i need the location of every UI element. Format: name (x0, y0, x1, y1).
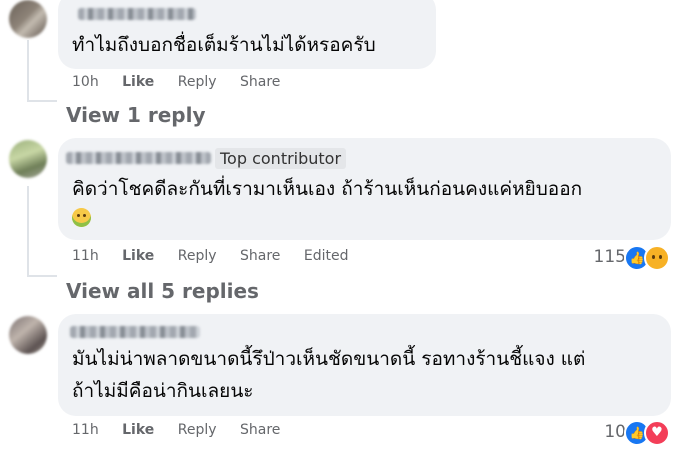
comment-text: ทำไมถึงบอกชื่อเต็มร้านไม่ได้หรอครับ (72, 34, 376, 56)
thread-line (27, 100, 57, 102)
share-button[interactable]: Share (240, 422, 280, 438)
comment-time[interactable]: 11h (72, 248, 99, 264)
share-button[interactable]: Share (240, 74, 280, 90)
comment-bubble: มันไม่น่าพลาดขนาดนี้รึป่าวเห็นชัดขนาดนี้… (58, 314, 671, 416)
commenter-name-blurred[interactable] (66, 152, 211, 164)
comment-text: ถ้าไม่มีคือน่ากินเลยนะ (72, 380, 254, 402)
comment-text: มันไม่น่าพลาดขนาดนี้รึป่าวเห็นชัดขนาดนี้… (72, 348, 586, 370)
nauseated-face-icon (72, 208, 91, 227)
reply-button[interactable]: Reply (178, 248, 217, 264)
sad-icon (644, 245, 670, 271)
commenter-name-blurred[interactable] (70, 326, 200, 338)
thread-line (27, 275, 57, 277)
reaction-summary[interactable]: 10 👍 ♥ (580, 420, 670, 446)
avatar[interactable] (9, 0, 47, 38)
comment-actions: 10h Like Reply Share (72, 74, 299, 90)
like-button[interactable]: Like (122, 248, 154, 264)
comment-bubble: Top contributor คิดว่าโชคดีละกันที่เรามา… (58, 138, 671, 240)
reply-button[interactable]: Reply (178, 422, 217, 438)
reaction-count: 115 (593, 247, 626, 267)
reaction-summary[interactable]: 115 👍 (580, 245, 670, 271)
comment-bubble: ทำไมถึงบอกชื่อเต็มร้านไม่ได้หรอครับ (58, 0, 436, 69)
comment-text: คิดว่าโชคดีละกันที่เรามาเห็นเอง ถ้าร้านเ… (72, 178, 583, 200)
comment-time[interactable]: 11h (72, 422, 99, 438)
like-button[interactable]: Like (122, 74, 154, 90)
comment-time[interactable]: 10h (72, 74, 99, 90)
avatar[interactable] (9, 140, 47, 178)
comment-actions: 11h Like Reply Share (72, 422, 299, 438)
like-button[interactable]: Like (122, 422, 154, 438)
comment-actions: 11h Like Reply Share Edited (72, 248, 367, 264)
reaction-count: 10 (604, 422, 626, 442)
view-replies-link[interactable]: View 1 reply (66, 103, 206, 127)
love-icon: ♥ (644, 420, 670, 446)
edited-label: Edited (303, 248, 349, 264)
avatar[interactable] (9, 316, 47, 354)
thread-line (27, 40, 29, 100)
commenter-name-blurred[interactable] (78, 8, 196, 20)
reply-button[interactable]: Reply (178, 74, 217, 90)
thread-line (27, 186, 29, 276)
top-contributor-badge: Top contributor (215, 148, 347, 169)
view-replies-link[interactable]: View all 5 replies (66, 279, 259, 303)
share-button[interactable]: Share (240, 248, 280, 264)
